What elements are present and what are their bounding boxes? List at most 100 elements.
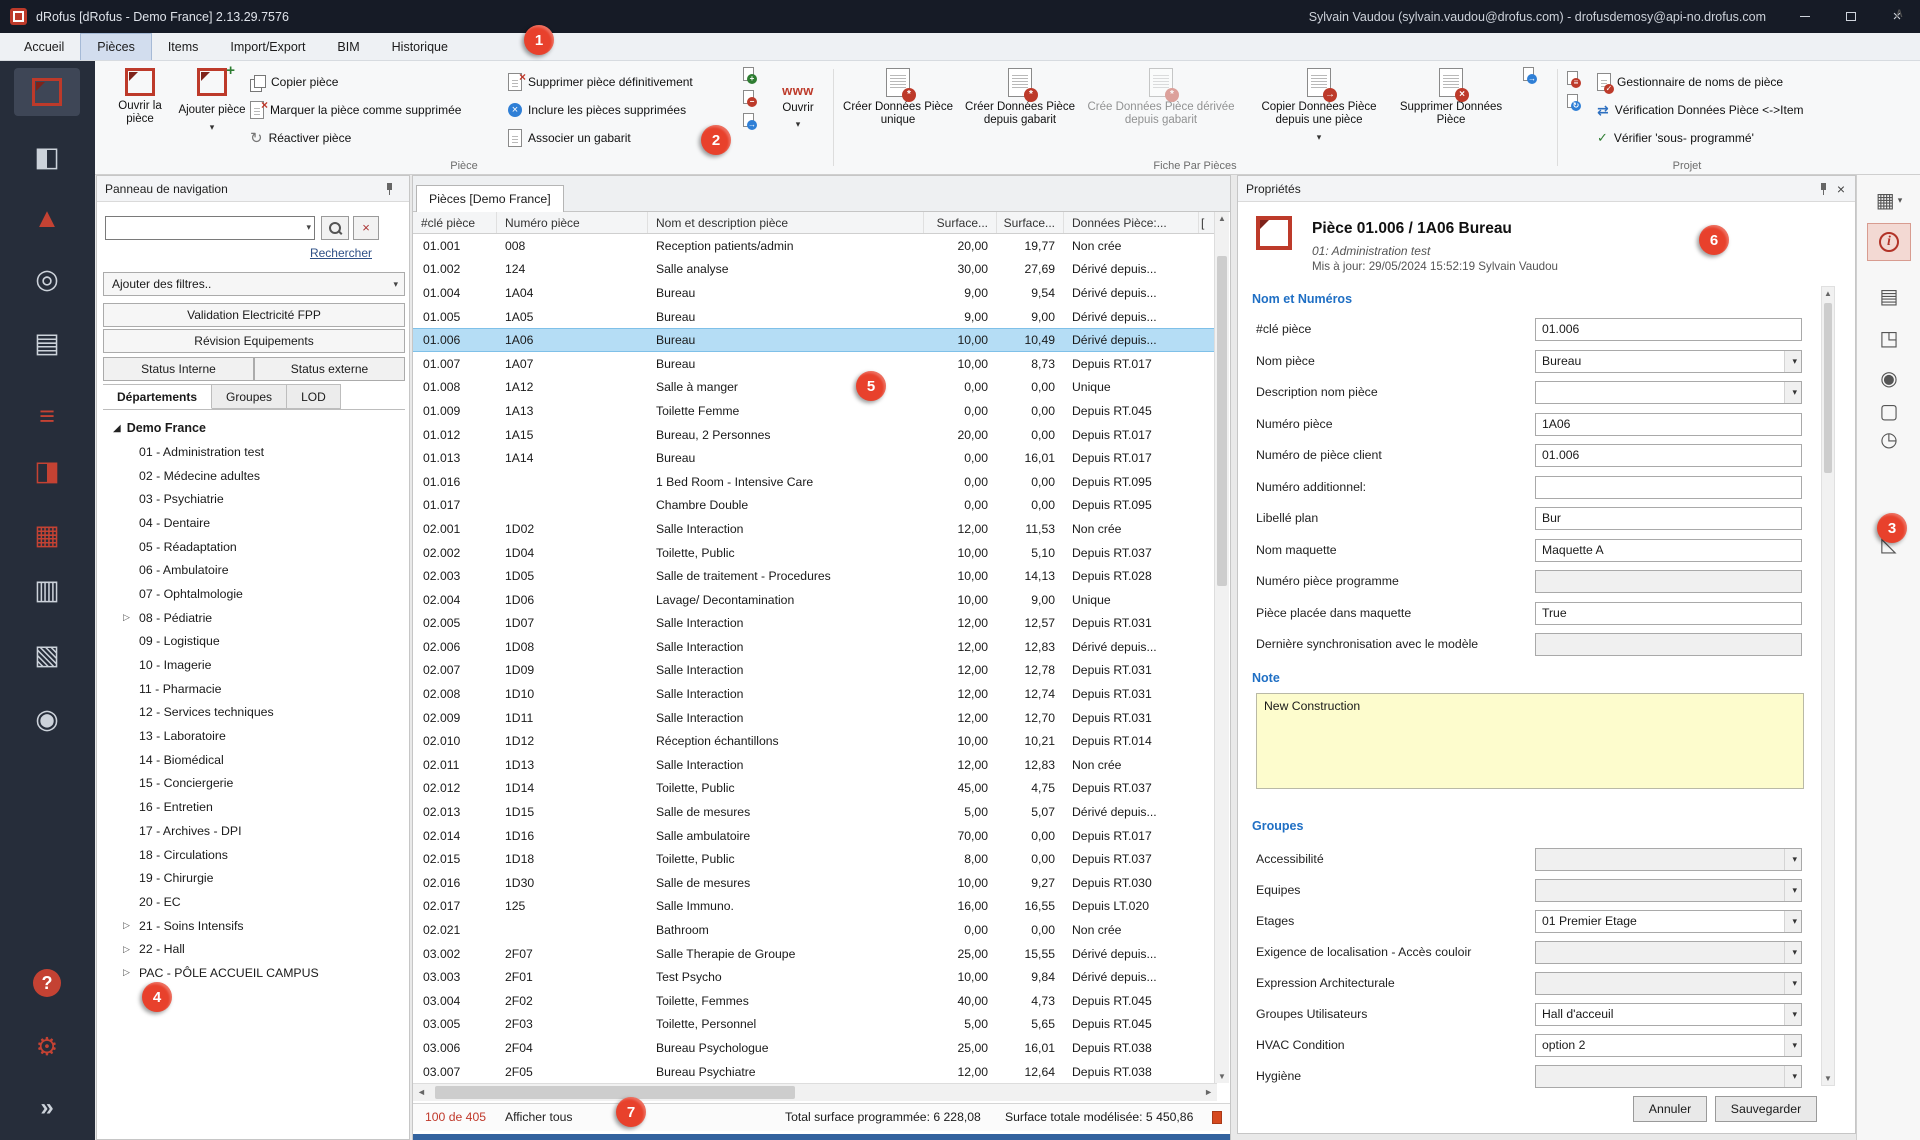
table-row[interactable]: 02.010 1D12 Réception échantillons 10,00… [413, 729, 1217, 753]
column-header-stub[interactable]: [ [1199, 212, 1215, 233]
navigation-tab[interactable]: Départements [103, 384, 212, 409]
property-input[interactable] [1535, 476, 1802, 499]
scroll-up-icon[interactable]: ▲ [1822, 289, 1834, 298]
tree-item[interactable]: ▷ 20 - EC [97, 890, 409, 914]
include-deleted-button[interactable]: ×Inclure les pièces supprimées [508, 97, 686, 123]
column-header-numero[interactable]: Numéro pièce [497, 212, 648, 233]
cancel-button[interactable]: Annuler [1633, 1096, 1707, 1122]
table-row[interactable]: 02.014 1D16 Salle ambulatoire 70,00 0,00… [413, 824, 1217, 848]
tree-item[interactable]: ▷ 11 - Pharmacie [97, 677, 409, 701]
tree-item[interactable]: ▷ 17 - Archives - DPI [97, 819, 409, 843]
scroll-down-icon[interactable]: ▼ [1215, 1072, 1229, 1081]
ribbon-tab[interactable]: Accueil [8, 33, 80, 60]
table-row[interactable]: 02.006 1D08 Salle Interaction 12,00 12,8… [413, 635, 1217, 659]
tree-item[interactable]: ▷ 16 - Entretien [97, 795, 409, 819]
copy-room-button[interactable]: Copier pièce [250, 69, 338, 95]
maximize-button[interactable] [1828, 0, 1874, 33]
copies-view-button[interactable]: ▤ [1867, 279, 1911, 313]
ribbon-tab[interactable]: Import/Export [214, 33, 321, 60]
column-header-surface-prog[interactable]: Surface... [924, 212, 997, 233]
table-row[interactable]: 01.001 008 Reception patients/admin 20,0… [413, 234, 1217, 258]
table-row[interactable]: 02.009 1D11 Salle Interaction 12,00 12,7… [413, 706, 1217, 730]
property-select[interactable] [1535, 848, 1802, 871]
table-row[interactable]: 01.007 1A07 Bureau 10,00 8,73 Depuis RT.… [413, 352, 1217, 376]
column-header-nom[interactable]: Nom et description pièce [648, 212, 924, 233]
property-input[interactable]: Maquette A [1535, 539, 1802, 562]
table-row[interactable]: 02.005 1D07 Salle Interaction 12,00 12,5… [413, 612, 1217, 636]
property-input[interactable]: 01.006 [1535, 318, 1802, 341]
tree-item[interactable]: ▷ 14 - Biomédical [97, 748, 409, 772]
table-row[interactable]: 03.005 2F03 Toilette, Personnel 5,00 5,6… [413, 1013, 1217, 1037]
delete-final-button[interactable]: ×Supprimer pièce définitivement [508, 69, 693, 95]
vertical-scrollbar[interactable]: ▲ ▼ [1214, 212, 1229, 1083]
verify-sous-programme-button[interactable]: ✓Vérifier 'sous- programmé' [1597, 125, 1754, 151]
doc-add-icon[interactable]: + [743, 67, 754, 81]
doc-remove-icon[interactable]: − [743, 90, 754, 104]
report-icon[interactable] [1212, 1111, 1222, 1124]
ribbon-tab[interactable]: Items [152, 33, 215, 60]
tree-item[interactable]: ▷ 19 - Chirurgie [97, 866, 409, 890]
table-row[interactable]: 02.011 1D13 Salle Interaction 12,00 12,8… [413, 753, 1217, 777]
table-row[interactable]: 02.017 125 Salle Immuno. 16,00 16,55 Dep… [413, 895, 1217, 919]
close-panel-icon[interactable]: × [1835, 181, 1847, 197]
property-input[interactable]: 1A06 [1535, 413, 1802, 436]
navigation-tab[interactable]: LOD [287, 384, 341, 409]
column-header-cle[interactable]: #clé pièce [413, 212, 497, 233]
property-select[interactable]: 01 Premier Etage [1535, 910, 1802, 933]
clear-search-button[interactable]: × [353, 216, 379, 240]
property-select[interactable] [1535, 972, 1802, 995]
sidebar-module-items[interactable]: ◧ [14, 133, 80, 181]
delete-room-data-button[interactable]: × Supprimer Données Pièce [1395, 64, 1507, 128]
verify-room-item-button[interactable]: ⇄Vérification Données Pièce <->Item [1597, 97, 1804, 123]
column-header-surface-mod[interactable]: Surface... [997, 212, 1064, 233]
scroll-down-icon[interactable]: ▼ [1822, 1074, 1834, 1083]
note-textarea[interactable]: New Construction [1256, 693, 1804, 789]
sidebar-module-documents[interactable]: ▧ [14, 631, 80, 679]
open-www-button[interactable]: www Ouvrir ▾ [770, 64, 826, 130]
property-select[interactable] [1535, 941, 1802, 964]
sidebar-module-reports[interactable]: ▥ [14, 566, 80, 614]
doc-sync-icon[interactable]: → [743, 113, 754, 127]
scrollbar-thumb[interactable] [1824, 303, 1832, 473]
navigation-tab[interactable]: Groupes [212, 384, 287, 409]
status-externe-button[interactable]: Status externe [254, 357, 405, 381]
doc-mini-icon[interactable]: ≡ [1567, 71, 1578, 85]
tree-item[interactable]: ▷ 18 - Circulations [97, 843, 409, 867]
property-input[interactable] [1535, 570, 1802, 593]
search-input[interactable]: ▾ [105, 216, 315, 240]
create-room-data-derived-button[interactable]: * Crée Données Pièce dérivée depuis gaba… [1087, 64, 1235, 128]
copy-room-data-button[interactable]: → Copier Données Pièce depuis une pièce … [1250, 64, 1388, 142]
table-row[interactable]: 01.002 124 Salle analyse 30,00 27,69 Dér… [413, 258, 1217, 282]
sidebar-module-buildings[interactable]: ▦ [14, 511, 80, 559]
model-view-button[interactable]: ◳ [1867, 321, 1911, 355]
minimize-button[interactable] [1782, 0, 1828, 33]
table-row[interactable]: 01.012 1A15 Bureau, 2 Personnes 20,00 0,… [413, 423, 1217, 447]
tree-item[interactable]: ▷ 15 - Conciergerie [97, 772, 409, 796]
tree-item[interactable]: ▷ 12 - Services techniques [97, 701, 409, 725]
tree-item[interactable]: ▷ 06 - Ambulatoire [97, 558, 409, 582]
tree-item[interactable]: ▷ 08 - Pédiatrie [97, 606, 409, 630]
property-select[interactable] [1535, 879, 1802, 902]
property-input[interactable] [1535, 633, 1802, 656]
property-select[interactable] [1535, 1065, 1802, 1088]
tree-item[interactable]: ▷ 09 - Logistique [97, 630, 409, 654]
open-room-button[interactable]: Ouvrir la pièce [108, 64, 172, 127]
table-row[interactable]: 02.008 1D10 Salle Interaction 12,00 12,7… [413, 682, 1217, 706]
tree-item[interactable]: ▷ PAC - PÔLE ACCUEIL CAMPUS [97, 961, 409, 985]
camera-view-button[interactable]: ◉ [1867, 361, 1911, 395]
tree-item[interactable]: ▷ 01 - Administration test [97, 440, 409, 464]
scrollbar-thumb[interactable] [1217, 256, 1227, 586]
table-row[interactable]: 01.009 1A13 Toilette Femme 0,00 0,00 Dep… [413, 399, 1217, 423]
chevron-down-icon[interactable]: ▾ [306, 222, 311, 233]
sidebar-module-data[interactable]: ≡ [14, 392, 80, 440]
mark-deleted-button[interactable]: ×Marquer la pièce comme supprimée [250, 97, 461, 123]
doc-mini-icon[interactable]: ↻ [1567, 94, 1578, 108]
sidebar-module-systems[interactable]: ◨ [14, 447, 80, 495]
history-view-button[interactable]: ◷ [1867, 422, 1911, 456]
ribbon-tab[interactable]: Pièces [80, 33, 152, 60]
status-interne-button[interactable]: Status Interne [103, 357, 254, 381]
table-row[interactable]: 02.021 Bathroom 0,00 0,00 Non crée [413, 918, 1217, 942]
table-row[interactable]: 01.016 1 Bed Room - Intensive Care 0,00 … [413, 470, 1217, 494]
sidebar-settings-button[interactable]: ⚙ [14, 1023, 80, 1071]
sidebar-module-logistics[interactable]: ▤ [14, 319, 80, 367]
